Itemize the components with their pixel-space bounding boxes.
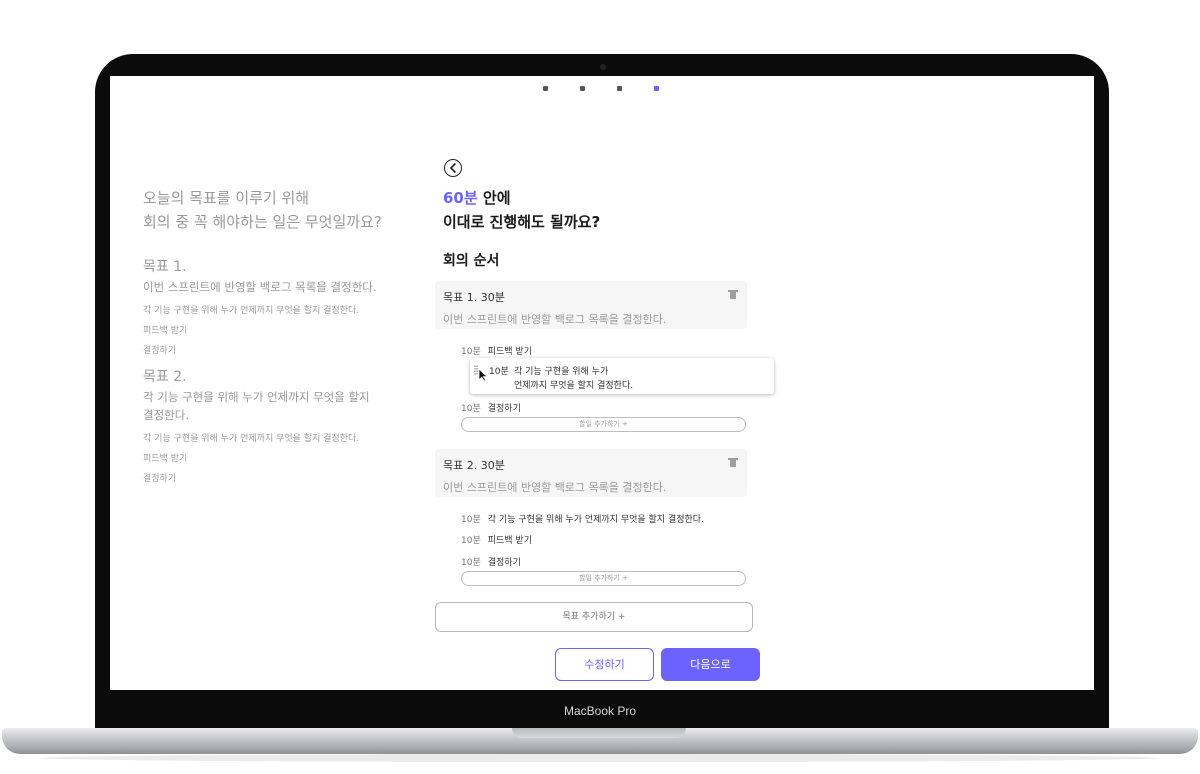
summary-goal-1-sub: 각 기능 구현을 위해 누가 언제까지 무엇을 할지 결정한다.	[143, 306, 360, 316]
laptop-shadow	[40, 754, 1160, 762]
title-suffix: 안에	[477, 189, 511, 207]
item-minutes: 10분	[461, 536, 481, 546]
add-todo-button[interactable]: 할일 추가하기 +	[461, 571, 746, 586]
item-minutes: 10분	[461, 347, 481, 357]
agenda-title: 회의 순서	[443, 253, 500, 269]
item-minutes: 10분	[461, 558, 481, 568]
add-todo-button[interactable]: 할일 추가하기 +	[461, 417, 746, 432]
question-line-1: 오늘의 목표를 이루기 위해	[143, 189, 310, 207]
camera-icon	[600, 64, 606, 70]
trash-icon[interactable]	[728, 290, 738, 299]
summary-goal-1-desc: 이번 스프린트에 반영할 백로그 목록을 결정한다.	[143, 280, 377, 294]
pager-dot-1[interactable]	[543, 86, 548, 91]
item-text-line-2: 언제까지 무엇을 할지 결정한다.	[514, 381, 634, 391]
laptop-notch	[512, 728, 686, 738]
question-line-2: 회의 중 꼭 해야하는 일은 무엇일까요?	[143, 213, 382, 231]
goal-card-title: 목표 2. 30분	[443, 459, 505, 472]
summary-goal-2-sub: 피드백 받기	[143, 454, 188, 464]
goal-card-1[interactable]: 목표 1. 30분 이번 스프린트에 반영할 백로그 목록을 결정한다.	[435, 281, 747, 329]
summary-goal-1-sub: 결정하기	[143, 346, 177, 356]
agenda-item[interactable]: 10분 피드백 받기	[461, 344, 532, 357]
summary-goal-2-sub: 각 기능 구현을 위해 누가 언제까지 무엇을 할지 결정한다.	[143, 434, 360, 444]
trash-icon[interactable]	[728, 458, 738, 467]
agenda-item[interactable]: 10분 피드백 받기	[461, 533, 532, 546]
goal-card-desc: 이번 스프린트에 반영할 백로그 목록을 결정한다.	[443, 313, 667, 326]
item-text: 결정하기	[487, 558, 521, 568]
item-minutes: 10분	[461, 404, 481, 414]
agenda-item[interactable]: 10분 결정하기	[461, 401, 521, 414]
title-question: 이대로 진행해도 될까요?	[443, 213, 601, 231]
item-text-line-1: 각 기능 구현을 위해 누가	[514, 367, 609, 377]
back-button[interactable]	[444, 159, 462, 177]
pager-dot-4-active[interactable]	[654, 86, 659, 91]
summary-goal-2-sub: 결정하기	[143, 474, 177, 484]
page-title: 60분 안에 이대로 진행해도 될까요?	[443, 186, 600, 234]
summary-goal-1-title: 목표 1.	[143, 259, 187, 275]
device-label: MacBook Pro	[563, 704, 637, 718]
mouse-cursor-icon	[478, 368, 488, 382]
item-text: 각 기능 구현을 위해 누가 언제까지 무엇을 할지 결정한다.	[487, 515, 704, 525]
dragging-agenda-item[interactable]: 10분 각 기능 구현을 위해 누가 언제까지 무엇을 할지 결정한다.	[470, 358, 774, 394]
pager-dot-2[interactable]	[580, 86, 585, 91]
chevron-left-icon	[450, 163, 456, 173]
edit-button[interactable]: 수정하기	[555, 648, 654, 681]
item-minutes: 10분	[489, 367, 509, 377]
goal-summary-panel: 오늘의 목표를 이루기 위해 회의 중 꼭 해야하는 일은 무엇일까요? 목표 …	[143, 186, 383, 484]
item-text: 결정하기	[487, 404, 521, 414]
pager-dot-3[interactable]	[617, 86, 622, 91]
item-text: 피드백 받기	[487, 347, 532, 357]
goal-card-2[interactable]: 목표 2. 30분 이번 스프린트에 반영할 백로그 목록을 결정한다.	[435, 449, 747, 497]
agenda-item[interactable]: 10분 결정하기	[461, 555, 521, 568]
item-text: 피드백 받기	[487, 536, 532, 546]
app-screen: 오늘의 목표를 이루기 위해 회의 중 꼭 해야하는 일은 무엇일까요? 목표 …	[110, 76, 1094, 690]
summary-goal-2-desc: 각 기능 구현을 위해 누가 언제까지 무엇을 할지 결정한다.	[143, 390, 370, 422]
total-minutes: 60분	[443, 189, 478, 207]
next-button[interactable]: 다음으로	[661, 648, 760, 681]
item-minutes: 10분	[461, 515, 481, 525]
summary-goal-2-title: 목표 2.	[143, 369, 187, 385]
summary-goal-1-sub: 피드백 받기	[143, 326, 188, 336]
add-goal-button[interactable]: 목표 추가하기 +	[435, 602, 753, 632]
agenda-item[interactable]: 10분 각 기능 구현을 위해 누가 언제까지 무엇을 할지 결정한다.	[461, 512, 704, 525]
goal-card-desc: 이번 스프린트에 반영할 백로그 목록을 결정한다.	[443, 481, 667, 494]
goal-card-title: 목표 1. 30분	[443, 291, 505, 304]
